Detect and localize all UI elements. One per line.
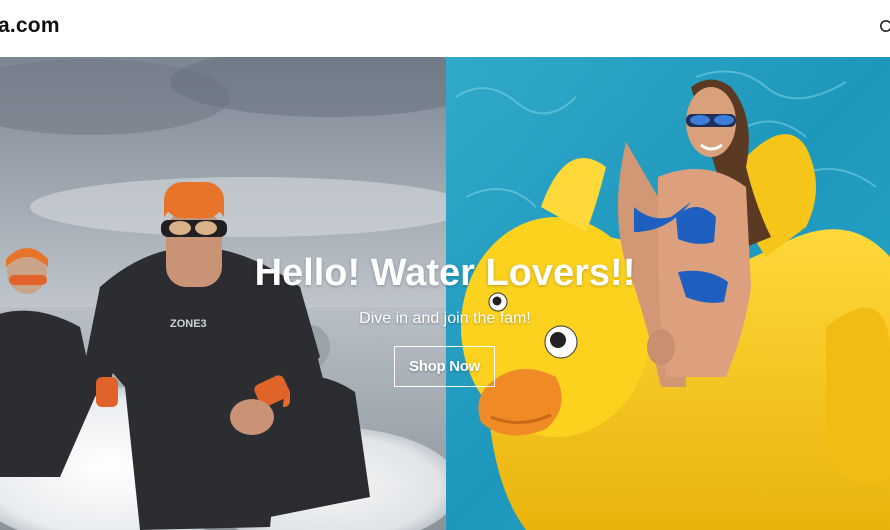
search-button[interactable]	[878, 17, 890, 37]
site-logo[interactable]: a.com	[0, 14, 60, 38]
hero-content: Hello! Water Lovers!! Dive in and join t…	[0, 57, 890, 530]
hero-subtitle: Dive in and join the fam!	[359, 310, 531, 327]
search-icon	[880, 20, 890, 32]
hero-title: Hello! Water Lovers!!	[254, 252, 636, 294]
shop-now-button[interactable]: Shop Now	[394, 346, 495, 387]
hero-banner: ZONE3 Hello! Water Lovers!! Dive in and …	[0, 57, 890, 530]
site-header: a.com	[0, 0, 890, 57]
